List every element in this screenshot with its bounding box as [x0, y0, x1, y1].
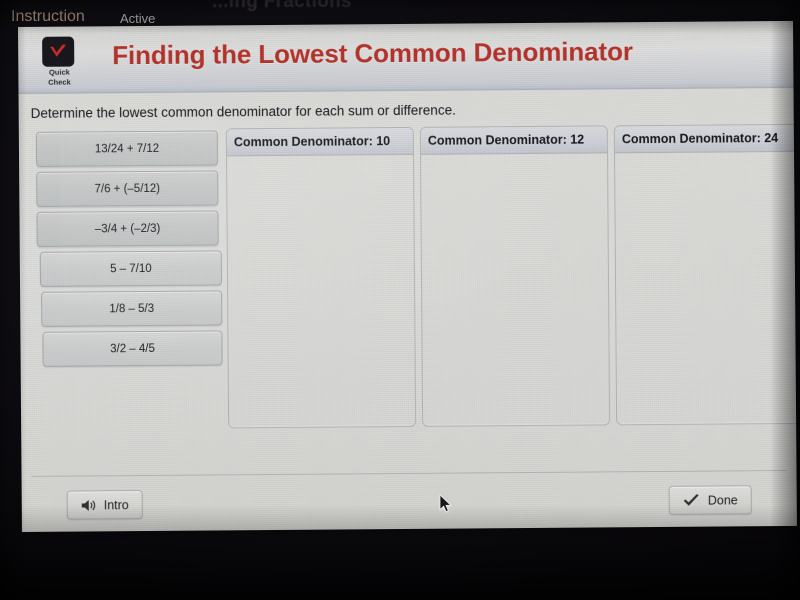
done-button-label: Done [707, 492, 738, 508]
drop-zone-body[interactable] [227, 154, 416, 427]
expression-tile[interactable]: 3/2 – 4/5 [42, 330, 223, 367]
activity-banner: Quick Check Finding the Lowest Common De… [18, 20, 794, 94]
drop-zone-24[interactable]: Common Denominator: 24 [613, 123, 797, 426]
drop-zone-header: Common Denominator: 12 [420, 126, 608, 155]
quick-check-label-line1: Quick [48, 67, 70, 77]
expression-tile[interactable]: 1/8 – 5/3 [41, 290, 223, 327]
quick-check-label: Quick Check [38, 68, 80, 87]
drop-zone-header: Common Denominator: 24 [614, 124, 797, 154]
drop-zone-10[interactable]: Common Denominator: 10 [225, 126, 417, 429]
footer-divider [31, 469, 787, 477]
activity-prompt: Determine the lowest common denominator … [30, 102, 456, 121]
checkmark-glyph [50, 44, 67, 57]
monitor-photo: ...ing Fractions Instruction Active Quic… [0, 0, 800, 600]
intro-button[interactable]: Intro [66, 490, 143, 520]
speaker-icon [81, 499, 96, 511]
expression-tile[interactable]: –3/4 + (–2/3) [36, 210, 219, 247]
drop-zone-body[interactable] [615, 151, 797, 424]
done-button[interactable]: Done [668, 485, 752, 515]
nav-item-instruction[interactable]: Instruction [11, 8, 85, 26]
expression-tile[interactable]: 5 – 7/10 [39, 250, 223, 287]
intro-button-label: Intro [103, 497, 129, 512]
activity-body: Determine the lowest common denominator … [18, 87, 797, 532]
drop-zone-header: Common Denominator: 10 [226, 127, 414, 157]
check-icon [683, 493, 699, 506]
expression-tile-list: 13/24 + 7/12 7/6 + (–5/12) –3/4 + (–2/3)… [35, 130, 223, 371]
drop-zone-body[interactable] [421, 153, 610, 425]
quick-check-icon [42, 36, 75, 67]
nav-item-active[interactable]: Active [120, 11, 155, 26]
drop-zone-group: Common Denominator: 10 Common Denominato… [225, 123, 797, 433]
expression-tile[interactable]: 7/6 + (–5/12) [36, 170, 219, 207]
expression-tile[interactable]: 13/24 + 7/12 [35, 130, 219, 167]
activity-panel-wrapper: Quick Check Finding the Lowest Common De… [18, 20, 797, 532]
activity-panel: Quick Check Finding the Lowest Common De… [18, 20, 797, 532]
drop-zone-12[interactable]: Common Denominator: 12 [419, 125, 611, 427]
quick-check-label-line2: Check [48, 77, 71, 87]
activity-title: Finding the Lowest Common Denominator [112, 36, 633, 71]
